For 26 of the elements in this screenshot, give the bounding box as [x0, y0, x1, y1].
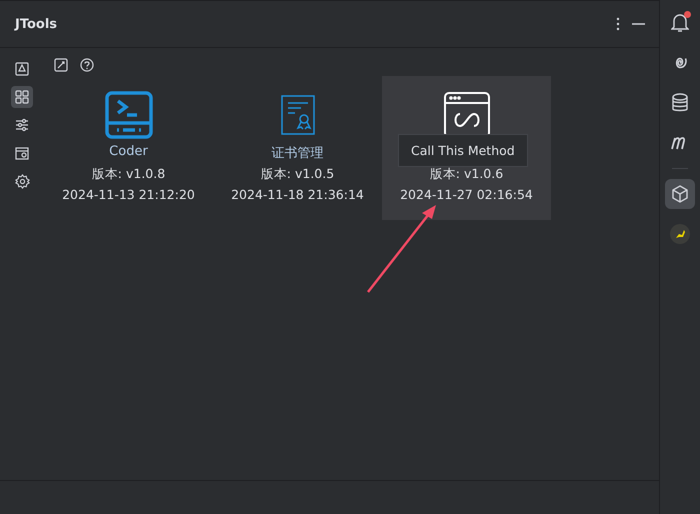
settings-icon — [14, 174, 30, 188]
grid-icon — [15, 90, 29, 104]
more-options-icon[interactable] — [616, 17, 620, 31]
tool-version: 版本: v1.0.5 — [260, 166, 334, 183]
certificate-icon — [280, 95, 314, 135]
database-icon — [672, 93, 688, 113]
tool-date: 2024-11-13 21:12:20 — [62, 187, 195, 202]
help-icon[interactable] — [80, 58, 94, 72]
tool-name: 证书管理 — [272, 146, 324, 161]
tool-window-button[interactable] — [665, 179, 695, 209]
cube-icon — [671, 185, 689, 203]
calendar-icon — [15, 146, 29, 160]
terminal-icon — [104, 91, 152, 139]
sidebar-item[interactable] — [11, 86, 33, 108]
tool-version: 版本: v1.0.6 — [430, 166, 504, 183]
window-title: JTools — [15, 16, 58, 32]
tool-name: Coder — [109, 144, 148, 159]
edit-icon[interactable] — [54, 58, 68, 72]
tool-version: 版本: v1.0.8 — [92, 166, 166, 183]
minimize-icon[interactable] — [632, 22, 645, 26]
tool-card[interactable]: 版本: v1.0.6 2024-11-27 02:16:54 Call This Method — [382, 76, 551, 220]
tool-date: 2024-11-27 02:16:54 — [400, 187, 533, 202]
tool-date: 2024-11-18 21:36:14 — [231, 187, 364, 202]
bell-icon — [671, 13, 689, 33]
sliders-icon — [15, 118, 29, 132]
tooltip: Call This Method — [398, 134, 528, 167]
